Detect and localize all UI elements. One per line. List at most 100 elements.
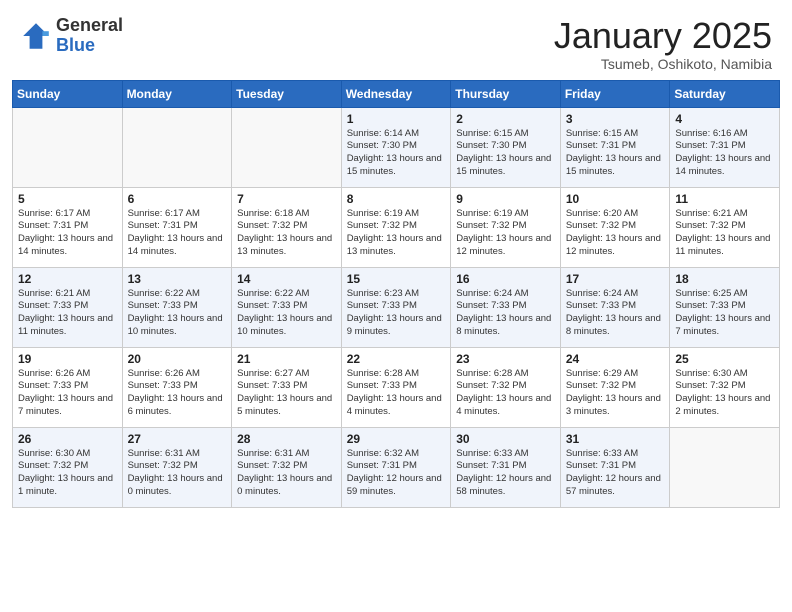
- day-cell: 5 Sunrise: 6:17 AM Sunset: 7:31 PM Daylig…: [13, 187, 123, 267]
- day-info: Sunrise: 6:22 AM Sunset: 7:33 PM Dayligh…: [237, 288, 336, 339]
- day-info: Sunrise: 6:19 AM Sunset: 7:32 PM Dayligh…: [347, 208, 446, 259]
- day-info: Sunrise: 6:26 AM Sunset: 7:33 PM Dayligh…: [128, 368, 227, 419]
- day-number: 10: [566, 192, 665, 206]
- day-info: Sunrise: 6:30 AM Sunset: 7:32 PM Dayligh…: [18, 448, 117, 499]
- day-cell: 11Sunrise: 6:21 AM Sunset: 7:32 PM Dayli…: [670, 187, 780, 267]
- day-cell: 7Sunrise: 6:18 AM Sunset: 7:32 PM Daylig…: [232, 187, 342, 267]
- day-cell: 18 Sunrise: 6:25 AM Sunset: 7:33 PM Dayli…: [670, 267, 780, 347]
- day-number: 25: [675, 352, 774, 366]
- day-cell: 25 Sunrise: 6:30 AM Sunset: 7:32 PM Dayli…: [670, 347, 780, 427]
- day-info: Sunrise: 6:17 AM Sunset: 7:31 PM Dayligh…: [18, 208, 117, 259]
- day-cell: [122, 107, 232, 187]
- week-row-4: 19 Sunrise: 6:26 AM Sunset: 7:33 PM Dayli…: [13, 347, 780, 427]
- day-number: 11: [675, 192, 774, 206]
- day-info: Sunrise: 6:31 AM Sunset: 7:32 PM Dayligh…: [128, 448, 227, 499]
- day-cell: 12Sunrise: 6:21 AM Sunset: 7:33 PM Dayli…: [13, 267, 123, 347]
- day-number: 22: [347, 352, 446, 366]
- day-cell: 19 Sunrise: 6:26 AM Sunset: 7:33 PM Dayli…: [13, 347, 123, 427]
- day-number: 7: [237, 192, 336, 206]
- day-number: 15: [347, 272, 446, 286]
- day-number: 17: [566, 272, 665, 286]
- day-number: 1: [347, 112, 446, 126]
- day-cell: 20 Sunrise: 6:26 AM Sunset: 7:33 PM Dayli…: [122, 347, 232, 427]
- day-info: Sunrise: 6:15 AM Sunset: 7:31 PM Dayligh…: [566, 128, 665, 179]
- page: General Blue January 2025 Tsumeb, Oshiko…: [0, 0, 792, 612]
- day-cell: 13 Sunrise: 6:22 AM Sunset: 7:33 PM Dayli…: [122, 267, 232, 347]
- day-number: 9: [456, 192, 555, 206]
- week-row-5: 26Sunrise: 6:30 AM Sunset: 7:32 PM Dayli…: [13, 427, 780, 507]
- day-info: Sunrise: 6:15 AM Sunset: 7:30 PM Dayligh…: [456, 128, 555, 179]
- day-cell: 8 Sunrise: 6:19 AM Sunset: 7:32 PM Daylig…: [341, 187, 451, 267]
- week-row-2: 5 Sunrise: 6:17 AM Sunset: 7:31 PM Daylig…: [13, 187, 780, 267]
- col-header-tuesday: Tuesday: [232, 80, 342, 107]
- logo-icon: [20, 20, 52, 52]
- day-number: 24: [566, 352, 665, 366]
- day-number: 16: [456, 272, 555, 286]
- day-cell: 15 Sunrise: 6:23 AM Sunset: 7:33 PM Dayli…: [341, 267, 451, 347]
- header: General Blue January 2025 Tsumeb, Oshiko…: [0, 0, 792, 80]
- col-header-thursday: Thursday: [451, 80, 561, 107]
- day-cell: 2 Sunrise: 6:15 AM Sunset: 7:30 PM Daylig…: [451, 107, 561, 187]
- day-cell: [13, 107, 123, 187]
- title-block: January 2025 Tsumeb, Oshikoto, Namibia: [554, 16, 772, 72]
- day-cell: 16Sunrise: 6:24 AM Sunset: 7:33 PM Dayli…: [451, 267, 561, 347]
- col-header-wednesday: Wednesday: [341, 80, 451, 107]
- day-cell: 3 Sunrise: 6:15 AM Sunset: 7:31 PM Daylig…: [560, 107, 670, 187]
- calendar-header-row: SundayMondayTuesdayWednesdayThursdayFrid…: [13, 80, 780, 107]
- day-cell: 4Sunrise: 6:16 AM Sunset: 7:31 PM Daylig…: [670, 107, 780, 187]
- day-cell: 10 Sunrise: 6:20 AM Sunset: 7:32 PM Dayli…: [560, 187, 670, 267]
- day-cell: [670, 427, 780, 507]
- day-cell: 17 Sunrise: 6:24 AM Sunset: 7:33 PM Dayli…: [560, 267, 670, 347]
- day-number: 21: [237, 352, 336, 366]
- day-info: Sunrise: 6:30 AM Sunset: 7:32 PM Dayligh…: [675, 368, 774, 419]
- day-number: 14: [237, 272, 336, 286]
- day-number: 27: [128, 432, 227, 446]
- location: Tsumeb, Oshikoto, Namibia: [554, 56, 772, 72]
- day-cell: 28 Sunrise: 6:31 AM Sunset: 7:32 PM Dayli…: [232, 427, 342, 507]
- day-info: Sunrise: 6:20 AM Sunset: 7:32 PM Dayligh…: [566, 208, 665, 259]
- day-number: 29: [347, 432, 446, 446]
- logo-text: General Blue: [56, 16, 123, 56]
- day-number: 3: [566, 112, 665, 126]
- day-number: 28: [237, 432, 336, 446]
- day-number: 2: [456, 112, 555, 126]
- day-info: Sunrise: 6:14 AM Sunset: 7:30 PM Dayligh…: [347, 128, 446, 179]
- col-header-sunday: Sunday: [13, 80, 123, 107]
- day-number: 30: [456, 432, 555, 446]
- day-info: Sunrise: 6:27 AM Sunset: 7:33 PM Dayligh…: [237, 368, 336, 419]
- day-cell: 1 Sunrise: 6:14 AM Sunset: 7:30 PM Daylig…: [341, 107, 451, 187]
- day-number: 8: [347, 192, 446, 206]
- day-cell: 26Sunrise: 6:30 AM Sunset: 7:32 PM Dayli…: [13, 427, 123, 507]
- day-info: Sunrise: 6:17 AM Sunset: 7:31 PM Dayligh…: [128, 208, 227, 259]
- day-info: Sunrise: 6:28 AM Sunset: 7:33 PM Dayligh…: [347, 368, 446, 419]
- day-cell: 23Sunrise: 6:28 AM Sunset: 7:32 PM Dayli…: [451, 347, 561, 427]
- day-cell: 27 Sunrise: 6:31 AM Sunset: 7:32 PM Dayli…: [122, 427, 232, 507]
- col-header-monday: Monday: [122, 80, 232, 107]
- day-info: Sunrise: 6:26 AM Sunset: 7:33 PM Dayligh…: [18, 368, 117, 419]
- calendar-container: SundayMondayTuesdayWednesdayThursdayFrid…: [0, 80, 792, 520]
- day-cell: 31Sunrise: 6:33 AM Sunset: 7:31 PM Dayli…: [560, 427, 670, 507]
- day-info: Sunrise: 6:25 AM Sunset: 7:33 PM Dayligh…: [675, 288, 774, 339]
- day-number: 23: [456, 352, 555, 366]
- day-number: 6: [128, 192, 227, 206]
- col-header-friday: Friday: [560, 80, 670, 107]
- calendar-table: SundayMondayTuesdayWednesdayThursdayFrid…: [12, 80, 780, 508]
- day-info: Sunrise: 6:33 AM Sunset: 7:31 PM Dayligh…: [566, 448, 665, 499]
- day-info: Sunrise: 6:32 AM Sunset: 7:31 PM Dayligh…: [347, 448, 446, 499]
- logo-general-text: General: [56, 16, 123, 36]
- day-cell: 24Sunrise: 6:29 AM Sunset: 7:32 PM Dayli…: [560, 347, 670, 427]
- day-info: Sunrise: 6:31 AM Sunset: 7:32 PM Dayligh…: [237, 448, 336, 499]
- day-number: 18: [675, 272, 774, 286]
- day-number: 5: [18, 192, 117, 206]
- day-cell: [232, 107, 342, 187]
- day-info: Sunrise: 6:24 AM Sunset: 7:33 PM Dayligh…: [566, 288, 665, 339]
- day-number: 13: [128, 272, 227, 286]
- day-info: Sunrise: 6:22 AM Sunset: 7:33 PM Dayligh…: [128, 288, 227, 339]
- day-number: 20: [128, 352, 227, 366]
- logo-blue-text: Blue: [56, 36, 123, 56]
- day-number: 19: [18, 352, 117, 366]
- day-cell: 30Sunrise: 6:33 AM Sunset: 7:31 PM Dayli…: [451, 427, 561, 507]
- day-info: Sunrise: 6:23 AM Sunset: 7:33 PM Dayligh…: [347, 288, 446, 339]
- day-cell: 21 Sunrise: 6:27 AM Sunset: 7:33 PM Dayli…: [232, 347, 342, 427]
- day-info: Sunrise: 6:16 AM Sunset: 7:31 PM Dayligh…: [675, 128, 774, 179]
